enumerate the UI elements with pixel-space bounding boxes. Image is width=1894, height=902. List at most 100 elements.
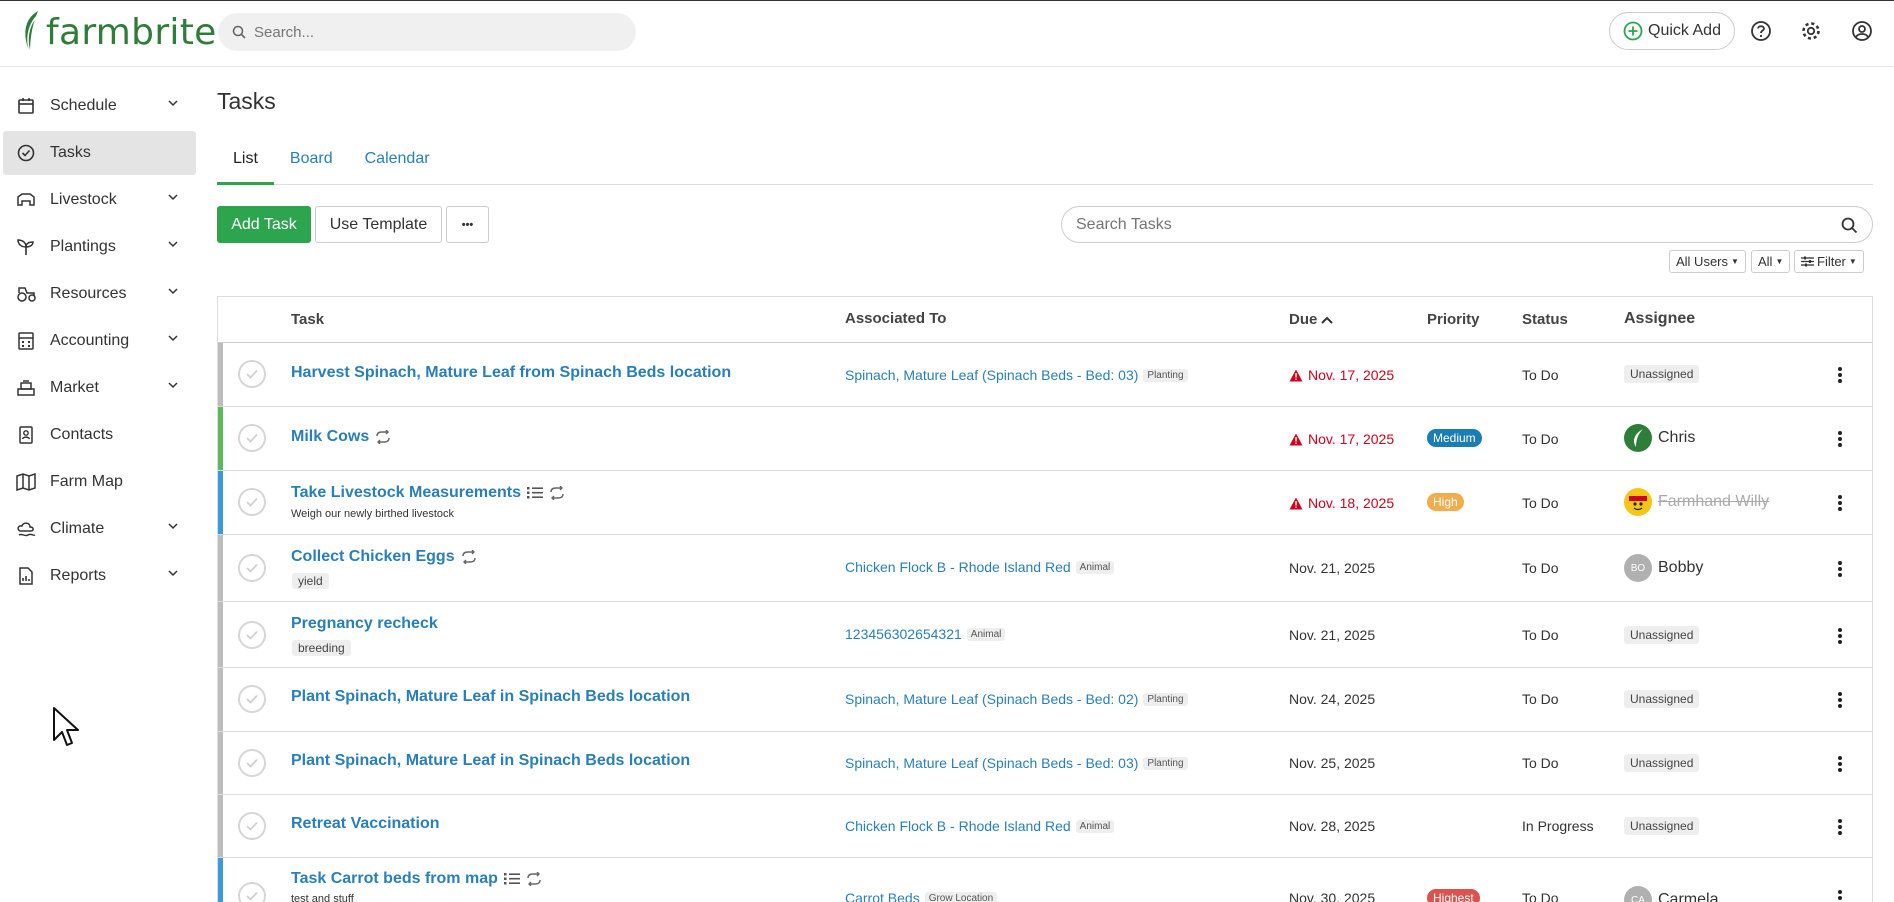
chevron-down-icon xyxy=(168,194,178,201)
task-name-link[interactable]: Plant Spinach, Mature Leaf in Spinach Be… xyxy=(291,688,690,706)
row-actions-menu-icon[interactable] xyxy=(1838,626,1844,646)
associated-name: 123456302654321 xyxy=(845,626,962,642)
more-actions-button[interactable]: ••• xyxy=(446,206,489,243)
assignee: Unassigned xyxy=(1624,817,1700,835)
associated-link[interactable]: 123456302654321 Animal xyxy=(845,626,1006,642)
tab-list[interactable]: List xyxy=(217,143,274,185)
task-name-link[interactable]: Task Carrot beds from map xyxy=(291,870,542,888)
row-actions-menu-icon[interactable] xyxy=(1838,817,1844,837)
task-name-link[interactable]: Take Livestock Measurements xyxy=(291,484,565,502)
associated-link[interactable]: Spinach, Mature Leaf (Spinach Beds - Bed… xyxy=(845,755,1188,771)
task-name-link[interactable]: Plant Spinach, Mature Leaf in Spinach Be… xyxy=(291,752,690,770)
search-icon xyxy=(232,25,246,39)
cartoon-avatar-icon xyxy=(1627,491,1649,513)
complete-task-checkbox[interactable] xyxy=(238,554,266,582)
due-date: Nov. 21, 2025 xyxy=(1289,627,1376,643)
table-row[interactable]: Take Livestock Measurements Weigh our ne… xyxy=(218,471,1872,535)
row-actions-menu-icon[interactable] xyxy=(1838,690,1844,710)
sidebar-item-climate[interactable]: Climate xyxy=(0,507,200,551)
column-header-due[interactable]: Due xyxy=(1289,311,1334,328)
due-date: Nov. 25, 2025 xyxy=(1289,755,1376,771)
row-actions-menu-icon[interactable] xyxy=(1838,429,1844,449)
row-actions-menu-icon[interactable] xyxy=(1838,365,1844,385)
task-name-link[interactable]: Pregnancy recheck xyxy=(291,615,438,633)
column-header-assignee[interactable]: Assignee xyxy=(1624,310,1695,328)
sidebar-item-market[interactable]: Market xyxy=(0,366,200,410)
farmbrite-logo[interactable]: farmbrite xyxy=(20,7,217,57)
complete-task-checkbox[interactable] xyxy=(238,882,266,902)
associated-link[interactable]: Carrot Beds Grow Location xyxy=(845,890,998,902)
help-icon[interactable] xyxy=(1748,18,1774,44)
table-row[interactable]: Collect Chicken Eggs yield Chicken Flock… xyxy=(218,535,1872,602)
search-icon[interactable] xyxy=(1841,217,1858,234)
repeat-icon xyxy=(375,430,391,444)
sidebar-item-resources[interactable]: Resources xyxy=(0,272,200,316)
global-search-input[interactable] xyxy=(254,23,614,41)
sort-up-icon xyxy=(1321,316,1334,324)
task-name: Retreat Vaccination xyxy=(291,815,440,832)
associated-link[interactable]: Chicken Flock B - Rhode Island Red Animal xyxy=(845,818,1115,834)
quick-add-label: Quick Add xyxy=(1648,22,1721,39)
settings-icon[interactable] xyxy=(1798,18,1824,44)
complete-task-checkbox[interactable] xyxy=(238,685,266,713)
sidebar-item-reports[interactable]: Reports xyxy=(0,554,200,598)
users-filter-dropdown[interactable]: All Users ▼ xyxy=(1669,250,1746,273)
table-row[interactable]: Plant Spinach, Mature Leaf in Spinach Be… xyxy=(218,668,1872,732)
row-actions-menu-icon[interactable] xyxy=(1838,754,1844,774)
complete-task-checkbox[interactable] xyxy=(238,360,266,388)
chevron-down-icon xyxy=(168,288,178,295)
complete-task-checkbox[interactable] xyxy=(238,621,266,649)
global-search[interactable] xyxy=(218,13,636,51)
complete-task-checkbox[interactable] xyxy=(238,812,266,840)
task-name-link[interactable]: Retreat Vaccination xyxy=(291,815,440,833)
sidebar-item-contacts[interactable]: Contacts xyxy=(0,413,200,457)
column-header-task[interactable]: Task xyxy=(291,311,324,328)
row-actions-menu-icon[interactable] xyxy=(1838,493,1844,513)
table-row[interactable]: Milk Cows Nov. 17, 2025 Medium To Do Chr… xyxy=(218,407,1872,471)
sidebar: Schedule Tasks Livestock Plantings Resou… xyxy=(0,84,200,601)
row-actions-menu-icon[interactable] xyxy=(1838,559,1844,579)
column-header-status[interactable]: Status xyxy=(1522,311,1568,328)
sidebar-item-accounting[interactable]: Accounting xyxy=(0,319,200,363)
table-row[interactable]: Retreat Vaccination Chicken Flock B - Rh… xyxy=(218,795,1872,858)
quick-add-button[interactable]: Quick Add xyxy=(1609,12,1735,50)
repeat-icon xyxy=(461,550,477,564)
associated-link[interactable]: Spinach, Mature Leaf (Spinach Beds - Bed… xyxy=(845,367,1188,383)
task-name-link[interactable]: Milk Cows xyxy=(291,428,391,446)
user-account-icon[interactable] xyxy=(1849,18,1875,44)
column-header-associated-to[interactable]: Associated To xyxy=(845,310,946,327)
sidebar-item-plantings[interactable]: Plantings xyxy=(0,225,200,269)
task-name: Collect Chicken Eggs xyxy=(291,548,455,565)
column-header-priority[interactable]: Priority xyxy=(1427,311,1480,328)
sidebar-item-livestock[interactable]: Livestock xyxy=(0,178,200,222)
associated-link[interactable]: Chicken Flock B - Rhode Island Red Animal xyxy=(845,559,1115,575)
all-filter-dropdown[interactable]: All ▼ xyxy=(1751,250,1791,273)
avatar xyxy=(1624,424,1652,452)
complete-task-checkbox[interactable] xyxy=(238,488,266,516)
row-actions-menu-icon[interactable] xyxy=(1838,888,1844,902)
table-row[interactable]: Task Carrot beds from map test and stuff… xyxy=(218,858,1872,902)
add-task-button[interactable]: Add Task xyxy=(217,206,311,243)
associated-link[interactable]: Spinach, Mature Leaf (Spinach Beds - Bed… xyxy=(845,691,1188,707)
complete-task-checkbox[interactable] xyxy=(238,749,266,777)
sidebar-item-tasks[interactable]: Tasks xyxy=(3,131,196,175)
row-stripe xyxy=(218,795,223,857)
task-search[interactable] xyxy=(1061,206,1873,243)
sidebar-item-schedule[interactable]: Schedule xyxy=(0,84,200,128)
filter-dropdown[interactable]: Filter ▼ xyxy=(1794,250,1864,273)
complete-task-checkbox[interactable] xyxy=(238,424,266,452)
tab-board[interactable]: Board xyxy=(274,143,349,184)
task-name-link[interactable]: Collect Chicken Eggs xyxy=(291,548,477,566)
table-row[interactable]: Plant Spinach, Mature Leaf in Spinach Be… xyxy=(218,732,1872,795)
table-header: Task Associated To Due Priority Status A… xyxy=(218,297,1872,343)
row-stripe xyxy=(218,471,223,534)
table-row[interactable]: Harvest Spinach, Mature Leaf from Spinac… xyxy=(218,343,1872,407)
tab-calendar[interactable]: Calendar xyxy=(349,143,446,184)
table-row[interactable]: Pregnancy recheck breeding 1234563026543… xyxy=(218,602,1872,668)
use-template-button[interactable]: Use Template xyxy=(315,206,442,243)
task-search-input[interactable] xyxy=(1076,215,1816,234)
task-name-link[interactable]: Harvest Spinach, Mature Leaf from Spinac… xyxy=(291,364,731,382)
check-icon xyxy=(246,369,258,379)
task-tag: yield xyxy=(292,573,329,589)
sidebar-item-farm-map[interactable]: Farm Map xyxy=(0,460,200,504)
